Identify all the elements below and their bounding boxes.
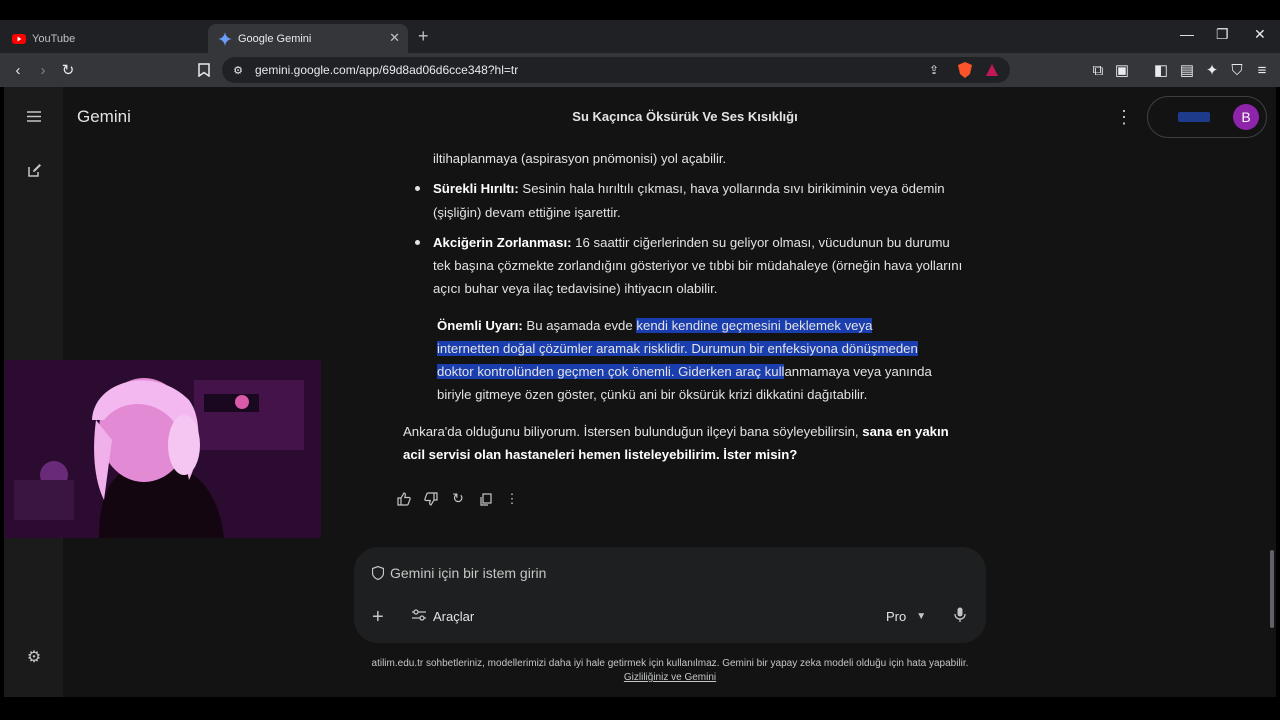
bullet-text-line: tek başına çözmekte zorlandığını gösteri… bbox=[433, 258, 963, 273]
final-bold: acil servisi olan hastaneleri hemen list… bbox=[403, 447, 798, 462]
bullet-text: 16 saattir ciğerlerinden su geliyor olma… bbox=[571, 235, 950, 250]
final-line-2: acil servisi olan hastaneleri hemen list… bbox=[403, 443, 797, 467]
bullet-title: Sürekli Hırıltı: bbox=[433, 181, 519, 196]
prompt-input-box[interactable]: Gemini için bir istem girin + Araçlar Pr… bbox=[354, 547, 986, 643]
warning-text: Bu aşamada evde bbox=[522, 318, 637, 333]
bullet-text-line: açıcı buhar veya ilaç tedavisine) ihtiya… bbox=[433, 281, 718, 296]
tab-label: YouTube bbox=[32, 32, 76, 45]
reload-icon[interactable]: ↻ bbox=[59, 61, 77, 79]
footer-disclaimer: atilim.edu.tr sohbetleriniz, modellerimi… bbox=[4, 657, 1280, 685]
add-attachment-icon[interactable]: + bbox=[372, 606, 384, 629]
final-line-1: Ankara'da olduğunu biliyorum. İstersen b… bbox=[403, 420, 949, 444]
browser-tab-strip: YouTube Google Gemini ✕ + — ❐ ✕ bbox=[0, 20, 1280, 53]
close-tab-icon[interactable]: ✕ bbox=[389, 30, 400, 46]
new-tab-icon[interactable]: + bbox=[418, 26, 429, 47]
browser-toolbar: ‹ › ↻ ⚙ gemini.google.com/app/69d8ad06d6… bbox=[0, 53, 1280, 87]
regenerate-icon[interactable]: ↻ bbox=[450, 490, 466, 507]
prompt-placeholder[interactable]: Gemini için bir istem girin bbox=[390, 565, 546, 581]
final-bold: sana en yakın bbox=[862, 424, 949, 439]
window-close-icon[interactable]: ✕ bbox=[1254, 26, 1266, 43]
forward-icon[interactable]: › bbox=[34, 61, 52, 79]
selected-text: doktor kontrolünden geçmen çok önemli. G… bbox=[437, 364, 785, 379]
warning-line-1: Önemli Uyarı: Bu aşamada evde kendi kend… bbox=[437, 314, 873, 338]
tab-label: Google Gemini bbox=[238, 32, 312, 45]
model-label: Pro bbox=[886, 609, 907, 624]
vpn-icon[interactable]: ⛉ bbox=[1228, 61, 1246, 79]
sidebar-toggle-icon[interactable]: ◧ bbox=[1152, 61, 1170, 79]
gemini-icon bbox=[218, 31, 232, 46]
site-settings-icon[interactable]: ⚙ bbox=[229, 61, 247, 79]
wallet-icon[interactable]: ▤ bbox=[1178, 61, 1196, 79]
bullet-dot bbox=[415, 186, 420, 191]
response-text-line: iltihaplanmaya (aspirasyon pnömonisi) yo… bbox=[433, 151, 727, 166]
warning-line-3: doktor kontrolünden geçmen çok önemli. G… bbox=[437, 360, 932, 384]
warning-line-2: internetten doğal çözümler aramak riskli… bbox=[437, 337, 918, 361]
youtube-icon bbox=[12, 32, 26, 46]
brave-rewards-icon[interactable] bbox=[983, 61, 1001, 79]
bullet-title: Akciğerin Zorlanması: bbox=[433, 235, 572, 250]
menu-icon[interactable]: ≡ bbox=[1253, 61, 1271, 79]
address-bar[interactable]: ⚙ gemini.google.com/app/69d8ad06d6cce348… bbox=[222, 57, 1010, 83]
leo-ai-icon[interactable]: ✦ bbox=[1203, 61, 1221, 79]
bullet-text-line: (şişliğin) devam ettiğine işarettir. bbox=[433, 205, 621, 220]
copy-icon[interactable] bbox=[477, 491, 493, 507]
tools-icon bbox=[412, 609, 426, 624]
bullet-item-hiriliti: Sürekli Hırıltı: Sesinin hala hırıltılı … bbox=[433, 177, 945, 201]
reader-mode-icon[interactable]: ▣ bbox=[1113, 61, 1131, 79]
bookmark-icon[interactable] bbox=[195, 61, 213, 79]
tab-google-gemini[interactable]: Google Gemini ✕ bbox=[208, 24, 408, 53]
webcam-overlay bbox=[4, 360, 321, 538]
bullet-dot bbox=[415, 240, 420, 245]
final-text: Ankara'da olduğunu biliyorum. İstersen b… bbox=[403, 424, 863, 439]
chevron-down-icon: ▼ bbox=[916, 611, 927, 622]
scrollbar[interactable] bbox=[1270, 550, 1274, 628]
minimize-icon[interactable]: — bbox=[1180, 26, 1194, 42]
brave-shield-icon[interactable] bbox=[956, 61, 974, 79]
selected-text: internetten doğal çözümler aramak riskli… bbox=[437, 341, 918, 356]
warning-title: Önemli Uyarı: bbox=[437, 318, 523, 333]
selected-text: kendi kendine geçmesini beklemek veya bbox=[636, 318, 873, 333]
extensions-icon[interactable]: ⧉ bbox=[1089, 61, 1107, 79]
more-actions-icon[interactable]: ⋮ bbox=[504, 491, 520, 507]
thumbs-down-icon[interactable] bbox=[423, 491, 439, 507]
back-icon[interactable]: ‹ bbox=[9, 61, 27, 79]
privacy-shield-icon bbox=[371, 565, 385, 583]
bullet-item-akciger: Akciğerin Zorlanması: 16 saattir ciğerle… bbox=[433, 231, 950, 255]
webcam-person-image bbox=[4, 360, 321, 538]
warning-text: anmamaya veya yanında bbox=[784, 364, 932, 379]
share-icon[interactable]: ⇪ bbox=[925, 61, 943, 79]
thumbs-up-icon[interactable] bbox=[396, 491, 412, 507]
tab-youtube[interactable]: YouTube bbox=[4, 24, 208, 53]
tools-label: Araçlar bbox=[433, 609, 475, 624]
url-text: gemini.google.com/app/69d8ad06d6cce348?h… bbox=[255, 63, 519, 77]
restore-icon[interactable]: ❐ bbox=[1216, 26, 1229, 43]
microphone-icon[interactable] bbox=[954, 607, 966, 628]
tools-button[interactable]: Araçlar bbox=[412, 609, 474, 624]
bullet-text: Sesinin hala hırıltılı çıkması, hava yol… bbox=[518, 181, 945, 196]
model-selector[interactable]: Pro ▼ bbox=[886, 609, 926, 624]
privacy-notice: atilim.edu.tr sohbetleriniz, modellerimi… bbox=[371, 658, 969, 669]
warning-line-4: biriyle gitmeye özen göster, çünkü ani b… bbox=[437, 387, 868, 402]
privacy-link[interactable]: Gizliliğiniz ve Gemini bbox=[4, 671, 1280, 685]
